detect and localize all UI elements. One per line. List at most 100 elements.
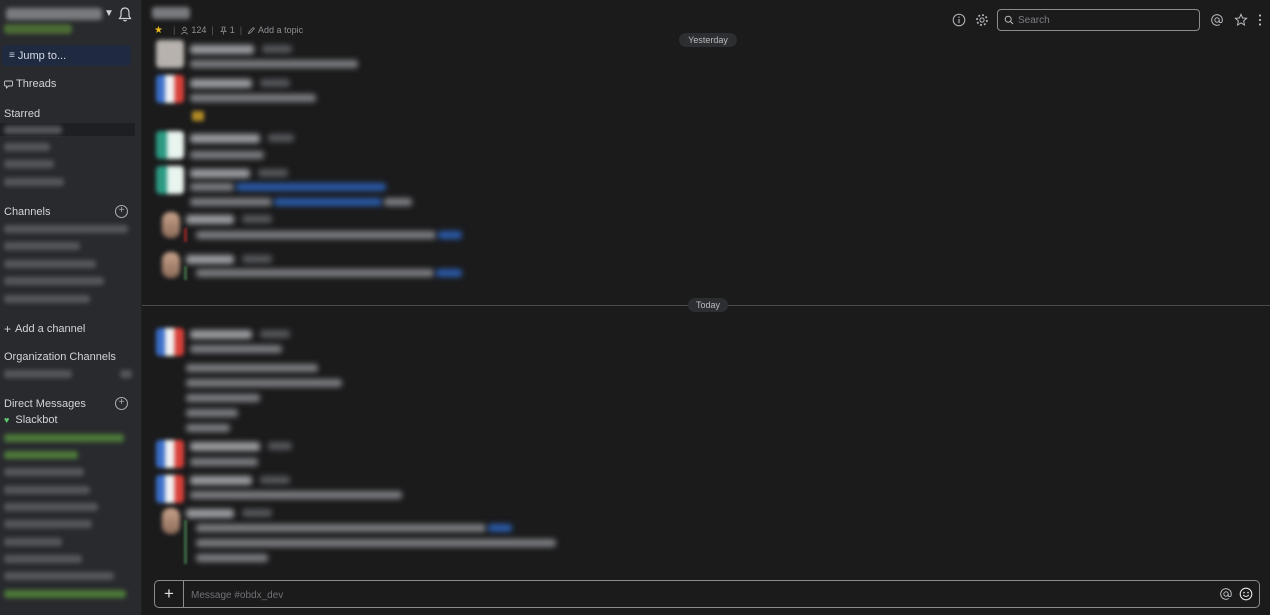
avatar[interactable] (162, 508, 180, 534)
workspace-name-blurred[interactable] (6, 8, 102, 20)
avatar[interactable] (156, 475, 184, 503)
add-channel-label: Add a channel (15, 323, 86, 335)
emoji-reaction[interactable] (192, 111, 204, 121)
message-author[interactable] (186, 255, 234, 264)
message-time[interactable] (268, 442, 292, 450)
sidebar-starred-item[interactable] (4, 160, 54, 168)
avatar[interactable] (156, 75, 184, 103)
message-author[interactable] (186, 509, 234, 518)
jump-to-button[interactable]: ≡ Jump to... (2, 45, 131, 66)
star-outline-icon[interactable] (1234, 13, 1248, 27)
message-time[interactable] (260, 79, 290, 87)
pin-count[interactable]: 1 (230, 25, 235, 35)
message-time[interactable] (262, 45, 292, 53)
message-input[interactable] (189, 586, 1193, 604)
message-author[interactable] (190, 45, 254, 54)
message-author[interactable] (186, 215, 234, 224)
workspace-switcher[interactable]: ▼ (4, 6, 138, 36)
sidebar-dm-slackbot[interactable]: ♥ Slackbot (4, 414, 58, 426)
add-channel-button[interactable]: + Add a channel (4, 322, 85, 336)
sidebar-dm-item[interactable] (4, 486, 90, 494)
sidebar-starred-item[interactable] (4, 126, 62, 134)
sidebar-channel-item[interactable] (4, 295, 90, 303)
message-composer[interactable]: + (154, 580, 1260, 608)
avatar[interactable] (162, 212, 180, 238)
message-link[interactable] (274, 198, 382, 206)
sidebar-dm-item[interactable] (4, 520, 92, 528)
members-icon[interactable] (180, 26, 189, 35)
emoji-icon[interactable] (1239, 587, 1253, 601)
sidebar-dm-item[interactable] (4, 590, 126, 598)
message-time[interactable] (258, 169, 288, 177)
sidebar-item-threads[interactable]: Threads (4, 78, 56, 90)
direct-messages-section-header[interactable]: Direct Messages + (4, 397, 132, 410)
message-author[interactable] (190, 476, 252, 485)
message-link[interactable] (438, 231, 462, 239)
sidebar-starred-item[interactable] (4, 178, 64, 186)
message-time[interactable] (242, 215, 272, 223)
message-text (186, 424, 230, 432)
search-box[interactable] (997, 9, 1200, 31)
plus-icon: + (4, 322, 12, 336)
at-mention-icon[interactable] (1219, 587, 1233, 601)
sidebar-dm-item[interactable] (4, 503, 98, 511)
sidebar-channel-item[interactable] (4, 260, 96, 268)
message-text (186, 409, 238, 417)
avatar[interactable] (162, 252, 180, 278)
org-channels-section-header[interactable]: Organization Channels (4, 351, 132, 363)
message-author[interactable] (190, 442, 260, 451)
sidebar-starred-item[interactable] (4, 143, 50, 151)
pin-icon[interactable] (219, 26, 228, 35)
search-input[interactable] (1014, 14, 1193, 26)
message-author[interactable] (190, 134, 260, 143)
avatar[interactable] (156, 166, 184, 194)
message-time[interactable] (260, 476, 290, 484)
message-author[interactable] (190, 169, 250, 178)
sidebar-dm-item[interactable] (4, 451, 78, 459)
add-topic-link[interactable]: Add a topic (258, 25, 303, 35)
message-time[interactable] (242, 255, 272, 263)
jump-to-label: Jump to... (17, 49, 67, 62)
message-link[interactable] (488, 524, 512, 532)
starred-section-header[interactable]: Starred (4, 108, 132, 120)
message-text (190, 151, 264, 159)
message-link[interactable] (436, 269, 462, 277)
sidebar-org-channel-item[interactable] (4, 370, 72, 378)
message-time[interactable] (268, 134, 294, 142)
sidebar-dm-item[interactable] (4, 572, 114, 580)
star-icon[interactable]: ★ (154, 25, 163, 36)
avatar[interactable] (156, 440, 184, 468)
attach-plus-button[interactable]: + (155, 581, 184, 607)
message-text (186, 379, 342, 387)
meta-separator: | (239, 25, 243, 35)
gear-icon[interactable] (975, 13, 989, 27)
message-author[interactable] (190, 330, 252, 339)
sidebar-dm-item[interactable] (4, 538, 62, 546)
bell-icon[interactable] (116, 6, 134, 24)
sidebar-dm-item[interactable] (4, 468, 84, 476)
message-time[interactable] (260, 330, 290, 338)
direct-messages-label: Direct Messages (4, 398, 86, 410)
avatar[interactable] (156, 40, 184, 68)
message-author[interactable] (190, 79, 252, 88)
yesterday-divider-label: Yesterday (679, 33, 737, 47)
more-vertical-icon[interactable] (1256, 13, 1264, 27)
avatar[interactable] (156, 131, 184, 159)
chevron-down-icon[interactable]: ▼ (104, 8, 114, 19)
message-time[interactable] (242, 509, 272, 517)
sidebar-dm-item[interactable] (4, 555, 82, 563)
sidebar-channel-item[interactable] (4, 277, 104, 285)
member-count[interactable]: 124 (191, 25, 206, 35)
sidebar-channel-item[interactable] (4, 242, 80, 250)
message-link[interactable] (236, 183, 386, 191)
at-mention-icon[interactable] (1210, 13, 1224, 27)
sidebar-dm-item[interactable] (4, 434, 124, 442)
channels-section-header[interactable]: Channels + (4, 205, 132, 218)
quote-bar (184, 228, 187, 242)
info-icon[interactable] (952, 13, 966, 27)
sidebar-channel-item[interactable] (4, 225, 128, 233)
add-dm-plus-icon[interactable]: + (115, 397, 128, 410)
avatar[interactable] (156, 328, 184, 356)
add-channel-plus-icon[interactable]: + (115, 205, 128, 218)
sidebar: ▼ ≡ Jump to... Threads Starred Channels … (0, 0, 142, 615)
